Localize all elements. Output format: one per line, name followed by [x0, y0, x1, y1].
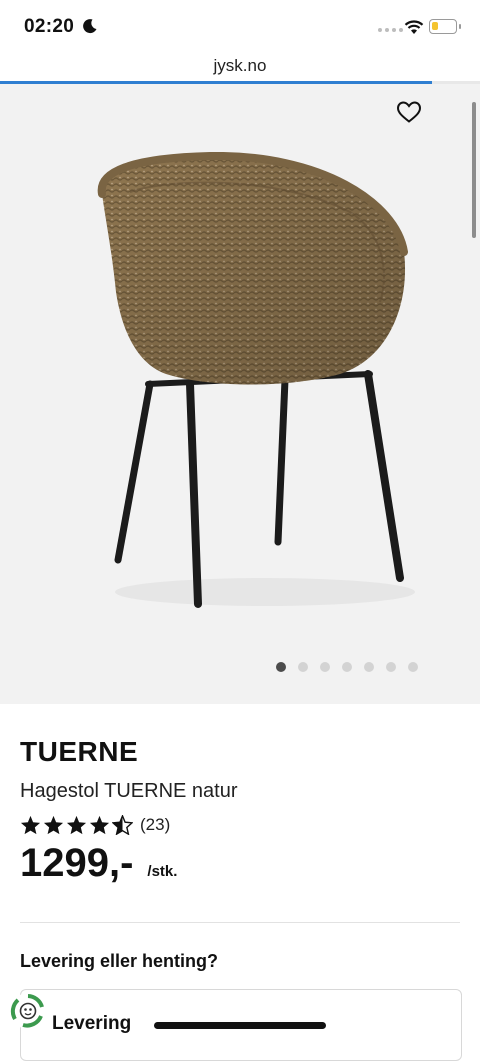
status-time: 02:20 — [24, 16, 75, 37]
rating-stars — [20, 815, 133, 835]
signal-icon — [378, 28, 403, 32]
product-image — [97, 152, 415, 608]
gallery-dot[interactable] — [386, 662, 396, 672]
gallery-dot[interactable] — [276, 662, 286, 672]
divider — [20, 922, 460, 923]
product-info: TUERNE Hagestol TUERNE natur (23) 1299,-… — [20, 736, 460, 886]
gallery-dot[interactable] — [320, 662, 330, 672]
moon-icon — [83, 19, 97, 34]
home-indicator[interactable] — [154, 1022, 326, 1029]
star-icon — [66, 815, 87, 835]
gallery-dot[interactable] — [364, 662, 374, 672]
review-count: (23) — [140, 815, 171, 834]
product-rating[interactable]: (23) — [20, 815, 460, 835]
delivery-heading: Levering eller henting? — [20, 951, 219, 971]
gallery-dot[interactable] — [408, 662, 418, 672]
product-image-gallery[interactable] — [0, 84, 480, 704]
recycle-badge-icon[interactable] — [9, 992, 47, 1030]
price-unit: /stk. — [147, 863, 178, 880]
half-star-icon — [112, 815, 133, 835]
star-icon — [20, 815, 41, 835]
product-name: TUERNE — [20, 736, 139, 767]
wifi-icon — [404, 20, 424, 34]
price-row: 1299,- /stk. — [20, 841, 460, 886]
battery-icon — [429, 19, 461, 34]
gallery-dot[interactable] — [342, 662, 352, 672]
gallery-dot[interactable] — [298, 662, 308, 672]
delivery-option-label[interactable]: Levering — [52, 1013, 131, 1035]
product-subtitle: Hagestol TUERNE natur — [20, 780, 238, 802]
heart-icon[interactable] — [396, 100, 422, 124]
gallery-pagination[interactable] — [276, 662, 418, 672]
scrollbar[interactable] — [472, 102, 476, 238]
url-bar[interactable]: jysk.no — [0, 50, 480, 82]
star-icon — [43, 815, 64, 835]
status-bar: 02:20 — [0, 0, 480, 50]
star-icon — [89, 815, 110, 835]
product-price: 1299,- — [20, 841, 134, 885]
